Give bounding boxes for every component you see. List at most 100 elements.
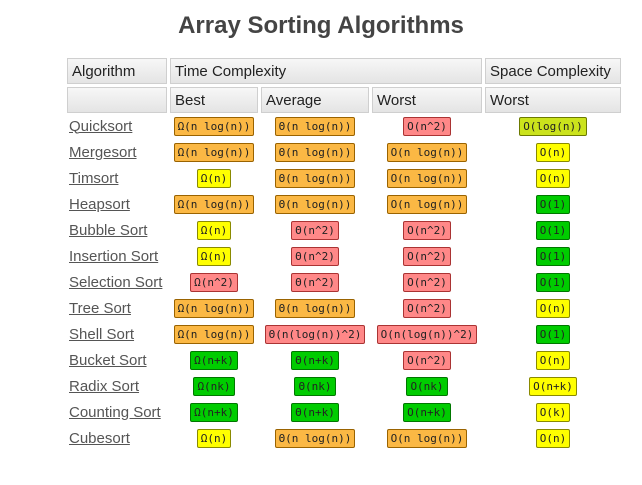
average-complexity-cell: Θ(n log(n)) (261, 425, 369, 451)
algorithm-link[interactable]: Radix Sort (67, 373, 167, 399)
algorithm-link[interactable]: Bubble Sort (67, 217, 167, 243)
worst-complexity-cell: O(n log(n)) (372, 139, 482, 165)
worst-complexity-cell: O(n^2) (372, 295, 482, 321)
worst-complexity-badge: O(n+k) (403, 402, 451, 422)
algorithm-link[interactable]: Timsort (67, 165, 167, 191)
space-complexity-badge: O(1) (535, 272, 571, 292)
average-complexity-cell: Θ(n^2) (261, 269, 369, 295)
space-complexity-cell: O(1) (485, 321, 621, 347)
space-complexity-badge: O(n) (535, 168, 571, 188)
best-complexity-badge: Ω(n^2) (190, 272, 238, 292)
worst-complexity-cell: O(n log(n)) (372, 425, 482, 451)
space-complexity-badge: O(n) (535, 142, 571, 162)
worst-complexity-badge: O(n log(n)) (386, 428, 468, 448)
average-complexity-badge: Θ(n+k) (291, 402, 339, 422)
best-complexity-badge: Ω(n) (196, 220, 232, 240)
average-complexity-badge: Θ(n(log(n))^2) (264, 324, 366, 344)
algorithm-link[interactable]: Counting Sort (67, 399, 167, 425)
header-average: Average (261, 87, 369, 113)
algorithm-link[interactable]: Selection Sort (67, 269, 167, 295)
header-algorithm: Algorithm (67, 58, 167, 84)
average-complexity-cell: Θ(n^2) (261, 217, 369, 243)
space-complexity-badge: O(log(n)) (519, 116, 587, 136)
worst-complexity-badge: O(n(log(n))^2) (376, 324, 478, 344)
algorithm-link[interactable]: Insertion Sort (67, 243, 167, 269)
header-space-worst: Worst (485, 87, 621, 113)
table-row: Counting Sort Ω(n+k) Θ(n+k) O(n+k) O(k) (67, 399, 621, 425)
best-complexity-badge: Ω(n) (196, 246, 232, 266)
best-complexity-badge: Ω(n+k) (190, 402, 238, 422)
space-complexity-badge: O(1) (535, 246, 571, 266)
average-complexity-badge: Θ(n log(n)) (274, 428, 356, 448)
space-complexity-cell: O(1) (485, 243, 621, 269)
space-complexity-cell: O(n) (485, 165, 621, 191)
best-complexity-cell: Ω(n log(n)) (170, 113, 258, 139)
space-complexity-badge: O(1) (535, 220, 571, 240)
space-complexity-cell: O(n) (485, 139, 621, 165)
space-complexity-cell: O(log(n)) (485, 113, 621, 139)
best-complexity-cell: Ω(n log(n)) (170, 191, 258, 217)
table-row: Selection Sort Ω(n^2) Θ(n^2) O(n^2) O(1) (67, 269, 621, 295)
average-complexity-cell: Θ(n+k) (261, 399, 369, 425)
algorithm-link[interactable]: Shell Sort (67, 321, 167, 347)
header-space-complexity: Space Complexity (485, 58, 621, 84)
average-complexity-badge: Θ(n^2) (291, 220, 339, 240)
table-row: Quicksort Ω(n log(n)) Θ(n log(n)) O(n^2) O(l… (67, 113, 621, 139)
algorithm-link[interactable]: Heapsort (67, 191, 167, 217)
worst-complexity-badge: O(nk) (406, 376, 448, 396)
average-complexity-cell: Θ(n^2) (261, 243, 369, 269)
worst-complexity-cell: O(n(log(n))^2) (372, 321, 482, 347)
average-complexity-badge: Θ(n log(n)) (274, 298, 356, 318)
best-complexity-cell: Ω(n) (170, 217, 258, 243)
best-complexity-cell: Ω(n+k) (170, 347, 258, 373)
space-complexity-badge: O(n) (535, 428, 571, 448)
best-complexity-cell: Ω(n) (170, 165, 258, 191)
table-row: Bubble Sort Ω(n) Θ(n^2) O(n^2) O(1) (67, 217, 621, 243)
worst-complexity-cell: O(n^2) (372, 217, 482, 243)
average-complexity-badge: Θ(n log(n)) (274, 116, 356, 136)
space-complexity-badge: O(n) (535, 350, 571, 370)
space-complexity-cell: O(n) (485, 295, 621, 321)
table-row: Heapsort Ω(n log(n)) Θ(n log(n)) O(n log(n)… (67, 191, 621, 217)
algorithm-link[interactable]: Cubesort (67, 425, 167, 451)
space-complexity-cell: O(1) (485, 217, 621, 243)
average-complexity-badge: Θ(n log(n)) (274, 194, 356, 214)
average-complexity-cell: Θ(n log(n)) (261, 113, 369, 139)
table-row: Insertion Sort Ω(n) Θ(n^2) O(n^2) O(1) (67, 243, 621, 269)
table-row: Bucket Sort Ω(n+k) Θ(n+k) O(n^2) O(n) (67, 347, 621, 373)
header-best: Best (170, 87, 258, 113)
algorithm-link[interactable]: Mergesort (67, 139, 167, 165)
best-complexity-cell: Ω(n+k) (170, 399, 258, 425)
space-complexity-cell: O(n) (485, 425, 621, 451)
algorithm-link[interactable]: Tree Sort (67, 295, 167, 321)
worst-complexity-cell: O(n^2) (372, 243, 482, 269)
worst-complexity-badge: O(n^2) (403, 116, 451, 136)
worst-complexity-badge: O(n^2) (403, 272, 451, 292)
worst-complexity-badge: O(n^2) (403, 350, 451, 370)
average-complexity-cell: Θ(nk) (261, 373, 369, 399)
table-row: Timsort Ω(n) Θ(n log(n)) O(n log(n)) O(n) (67, 165, 621, 191)
best-complexity-cell: Ω(nk) (170, 373, 258, 399)
average-complexity-cell: Θ(n log(n)) (261, 139, 369, 165)
best-complexity-cell: Ω(n) (170, 425, 258, 451)
sorting-table: Algorithm Time Complexity Space Complexi… (64, 58, 624, 451)
best-complexity-cell: Ω(n^2) (170, 269, 258, 295)
space-complexity-badge: O(n+k) (529, 376, 577, 396)
page-title: Array Sorting Algorithms (178, 12, 464, 39)
space-complexity-badge: O(n) (535, 298, 571, 318)
average-complexity-badge: Θ(n log(n)) (274, 142, 356, 162)
average-complexity-cell: Θ(n log(n)) (261, 295, 369, 321)
algorithm-link[interactable]: Quicksort (67, 113, 167, 139)
worst-complexity-cell: O(n log(n)) (372, 191, 482, 217)
algorithm-link[interactable]: Bucket Sort (67, 347, 167, 373)
space-complexity-badge: O(k) (535, 402, 571, 422)
best-complexity-badge: Ω(n log(n)) (173, 298, 255, 318)
best-complexity-badge: Ω(n log(n)) (173, 324, 255, 344)
worst-complexity-cell: O(n log(n)) (372, 165, 482, 191)
worst-complexity-cell: O(nk) (372, 373, 482, 399)
average-complexity-badge: Θ(n+k) (291, 350, 339, 370)
space-complexity-cell: O(n) (485, 347, 621, 373)
space-complexity-cell: O(1) (485, 191, 621, 217)
space-complexity-cell: O(k) (485, 399, 621, 425)
average-complexity-badge: Θ(n^2) (291, 272, 339, 292)
